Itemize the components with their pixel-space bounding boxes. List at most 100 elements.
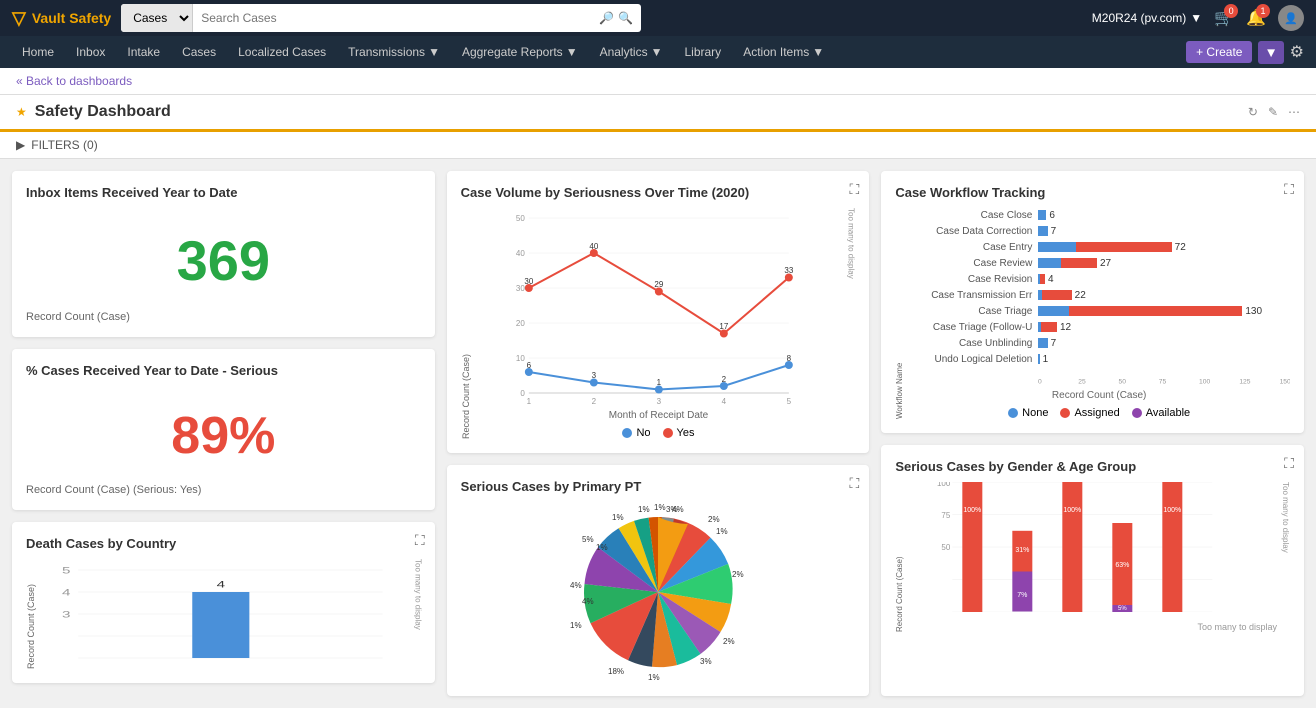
expand-icon[interactable]: ⛶ <box>1284 181 1294 198</box>
refresh-icon[interactable]: ↻ <box>1248 105 1258 119</box>
user-menu[interactable]: M20R24 (pv.com) ▼ <box>1092 11 1202 25</box>
bar-track: 4 <box>1038 272 1290 286</box>
logo-text: Vault Safety <box>32 10 111 26</box>
bar-segment-assigned <box>1042 290 1071 300</box>
svg-text:1%: 1% <box>716 527 728 536</box>
create-button[interactable]: + Create <box>1186 41 1252 63</box>
legend-no: No <box>622 427 650 439</box>
search-icon[interactable]: 🔍 <box>618 11 633 25</box>
svg-text:3%: 3% <box>666 505 678 514</box>
pct-serious-value: 89% <box>26 386 421 476</box>
filters-bar[interactable]: ▶ FILTERS (0) <box>0 132 1316 159</box>
expand-icon[interactable]: ⛶ <box>1284 455 1294 472</box>
expand-icon[interactable]: ⛶ <box>415 532 425 549</box>
workflow-bar-row: Case Data Correction7 <box>908 224 1290 238</box>
menu-localized-cases[interactable]: Localized Cases <box>228 39 336 65</box>
search-category-select[interactable]: Cases <box>121 4 193 32</box>
death-by-country-card: Death Cases by Country ⛶ Record Count (C… <box>12 522 435 683</box>
case-volume-title: Case Volume by Seriousness Over Time (20… <box>461 185 856 200</box>
svg-text:3: 3 <box>656 397 661 406</box>
page-header: ★ Safety Dashboard ↻ ✎ ⋯ <box>0 95 1316 132</box>
bar-segment-none <box>1038 242 1075 252</box>
ga-right-label: Too many to display <box>1281 482 1290 632</box>
dashboard: Inbox Items Received Year to Date 369 Re… <box>0 159 1316 708</box>
page-title-area: ★ Safety Dashboard <box>16 103 171 121</box>
menu-home[interactable]: Home <box>12 39 64 65</box>
breadcrumb[interactable]: « Back to dashboards <box>0 68 1316 95</box>
workflow-bar-row: Case Entry72 <box>908 240 1290 254</box>
svg-text:1%: 1% <box>612 513 624 522</box>
menu-inbox[interactable]: Inbox <box>66 39 115 65</box>
too-many-label: Too many to display <box>414 559 423 669</box>
svg-text:125: 125 <box>1240 378 1251 385</box>
svg-text:100%: 100% <box>1164 507 1182 514</box>
bar-value-label: 130 <box>1245 306 1262 317</box>
svg-text:100%: 100% <box>1064 507 1082 514</box>
pie-chart-container: 4% 1% 2% 2% 3% 1% 18% 1% 4% 5% 1% 1% 1% … <box>461 502 856 682</box>
svg-text:29: 29 <box>654 280 663 289</box>
logo[interactable]: ▽ Vault Safety <box>12 8 111 29</box>
chevron-down-icon: ▼ <box>651 45 663 59</box>
svg-text:40: 40 <box>589 242 598 251</box>
cart-button[interactable]: 🛒 0 <box>1214 8 1234 28</box>
bar-track: 1 <box>1038 352 1290 366</box>
menu-transmissions[interactable]: Transmissions ▼ <box>338 39 450 65</box>
menu-analytics[interactable]: Analytics ▼ <box>590 39 673 65</box>
create-split-button[interactable]: ▼ <box>1258 41 1283 64</box>
expand-icon[interactable]: ⛶ <box>850 475 860 492</box>
svg-text:6: 6 <box>526 361 531 370</box>
bar-label: Case Entry <box>908 242 1038 253</box>
menu-aggregate-reports[interactable]: Aggregate Reports ▼ <box>452 39 588 65</box>
workflow-bar-row: Case Unblinding7 <box>908 336 1290 350</box>
workflow-bar-row: Case Triage (Follow-U12 <box>908 320 1290 334</box>
bar-segment-none <box>1038 210 1046 220</box>
settings-icon[interactable]: ⚙ <box>1290 42 1304 62</box>
logo-icon: ▽ <box>12 8 26 29</box>
bar-label: Case Data Correction <box>908 226 1038 237</box>
svg-text:3: 3 <box>62 610 71 620</box>
right-column: Case Workflow Tracking ⛶ Workflow Name C… <box>881 171 1304 696</box>
cv-too-many: Too many to display <box>846 208 855 439</box>
avatar[interactable]: 👤 <box>1278 5 1304 31</box>
expand-icon[interactable]: ⛶ <box>850 181 860 198</box>
bar-segment-assigned <box>1069 306 1242 316</box>
notifications-button[interactable]: 🔔 1 <box>1246 8 1266 28</box>
svg-text:50: 50 <box>516 214 525 223</box>
binoculars-icon: 🔎 <box>599 11 614 25</box>
menu-library[interactable]: Library <box>675 39 732 65</box>
cv-x-axis-label: Month of Receipt Date <box>475 410 843 421</box>
pct-serious-card: % Cases Received Year to Date - Serious … <box>12 349 435 510</box>
serious-primary-pt-title: Serious Cases by Primary PT <box>461 479 856 494</box>
svg-text:1%: 1% <box>654 503 666 512</box>
search-input[interactable] <box>193 4 591 32</box>
svg-text:2%: 2% <box>723 637 735 646</box>
legend-yes-dot <box>663 428 673 438</box>
svg-text:40: 40 <box>516 249 525 258</box>
inbox-items-value: 369 <box>26 208 421 303</box>
case-volume-svg: 50 40 30 20 10 0 1 2 3 4 5 <box>475 208 843 408</box>
death-by-country-title: Death Cases by Country <box>26 536 421 551</box>
menu-action-items[interactable]: Action Items ▼ <box>733 39 834 65</box>
svg-text:2%: 2% <box>732 570 744 579</box>
page-title: Safety Dashboard <box>35 103 171 121</box>
more-options-icon[interactable]: ⋯ <box>1288 105 1300 119</box>
star-icon[interactable]: ★ <box>16 105 27 119</box>
menu-bar: Home Inbox Intake Cases Localized Cases … <box>0 36 1316 68</box>
inbox-items-title: Inbox Items Received Year to Date <box>26 185 421 200</box>
workflow-bar-row: Case Transmission Err22 <box>908 288 1290 302</box>
svg-text:50: 50 <box>942 543 951 552</box>
menu-cases[interactable]: Cases <box>172 39 226 65</box>
edit-icon[interactable]: ✎ <box>1268 105 1278 119</box>
menu-intake[interactable]: Intake <box>117 39 170 65</box>
bar-segment-assigned <box>1040 274 1045 284</box>
svg-text:0: 0 <box>520 389 525 398</box>
bar-value-label: 12 <box>1060 322 1071 333</box>
svg-text:2: 2 <box>721 375 726 384</box>
bar-label: Undo Logical Deletion <box>908 354 1038 365</box>
svg-text:31%: 31% <box>1016 547 1030 554</box>
bar-label: Case Review <box>908 258 1038 269</box>
svg-text:7%: 7% <box>1018 592 1028 599</box>
workflow-bar-row: Case Review27 <box>908 256 1290 270</box>
chevron-down-icon: ▼ <box>812 45 824 59</box>
bar-track: 130 <box>1038 304 1290 318</box>
